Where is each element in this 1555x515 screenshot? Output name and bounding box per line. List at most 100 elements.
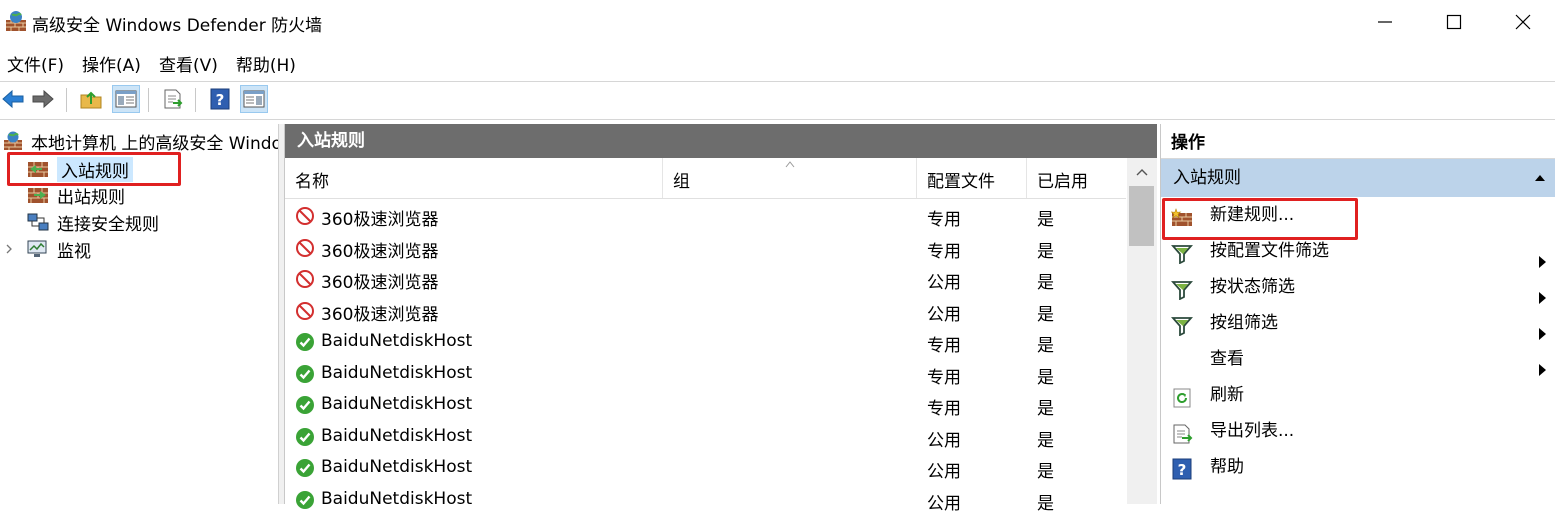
submenu-arrow-icon: [1538, 245, 1546, 257]
action-filter-by-group[interactable]: 按组筛选: [1161, 305, 1555, 341]
rule-enabled-cell: 是: [1037, 205, 1054, 230]
action-export-list[interactable]: 导出列表...: [1161, 413, 1555, 449]
show-hide-tree-icon: [115, 89, 137, 109]
action-help[interactable]: ? 帮助: [1161, 449, 1555, 485]
help-icon: ?: [209, 88, 231, 110]
table-row[interactable]: BaiduNetdiskHost公用是: [285, 484, 1126, 515]
table-row[interactable]: 360极速浏览器 专用 是: [285, 232, 1126, 264]
action-label: 按状态筛选: [1210, 269, 1295, 305]
help-button[interactable]: ?: [207, 86, 233, 112]
rule-profile-cell: 专用: [927, 394, 961, 419]
rule-profile-cell: 专用: [927, 331, 961, 356]
title-bar: 高级安全 Windows Defender 防火墙: [0, 0, 1555, 44]
tree-item-connection-security-rules[interactable]: 连接安全规则: [27, 209, 159, 235]
action-label: 刷新: [1210, 377, 1244, 413]
forward-button[interactable]: [30, 86, 56, 112]
up-folder-button[interactable]: [78, 86, 104, 112]
action-label: 按配置文件筛选: [1210, 233, 1329, 269]
action-label: 查看: [1210, 341, 1244, 377]
rules-pane-header: 入站规则: [285, 124, 1157, 158]
rule-profile-cell: 公用: [927, 426, 961, 451]
scrollbar-thumb[interactable]: [1129, 186, 1154, 246]
menu-action[interactable]: 操作(A): [75, 46, 152, 80]
rule-profile-cell: 公用: [927, 457, 961, 482]
actions-section-label: 入站规则: [1173, 168, 1241, 188]
rule-enabled-cell: 是: [1037, 426, 1054, 451]
menu-file[interactable]: 文件(F): [0, 46, 75, 80]
tree-item-monitoring[interactable]: 监视: [4, 236, 91, 262]
filter-icon: [1171, 241, 1193, 261]
menu-view[interactable]: 查看(V): [152, 46, 229, 80]
column-header-enabled[interactable]: 已启用: [1027, 158, 1126, 198]
action-refresh[interactable]: 刷新: [1161, 377, 1555, 413]
export-list-button[interactable]: [160, 86, 186, 112]
rule-enabled-cell: 是: [1037, 394, 1054, 419]
table-row[interactable]: BaiduNetdiskHost 专用 是: [285, 358, 1126, 390]
export-list-icon: [162, 88, 184, 110]
actions-section-inbound-rules[interactable]: 入站规则: [1161, 159, 1555, 197]
rule-profile-cell: 专用: [927, 237, 961, 262]
table-row[interactable]: BaiduNetdiskHost专用是: [285, 389, 1126, 421]
action-label: 帮助: [1210, 449, 1244, 485]
show-hide-action-pane-button[interactable]: [241, 86, 267, 112]
show-hide-tree-button[interactable]: [113, 86, 139, 112]
action-filter-by-state[interactable]: 按状态筛选: [1161, 269, 1555, 305]
tree-item-label: 监视: [57, 237, 91, 262]
up-folder-icon: [79, 88, 103, 110]
tree-root[interactable]: 本地计算机 上的高级安全 Windows Defender 防火墙: [3, 128, 279, 154]
rule-enabled-cell: 是: [1037, 331, 1054, 356]
rule-enabled-cell: 是: [1037, 268, 1054, 293]
table-row[interactable]: 360极速浏览器 专用 是: [285, 200, 1126, 232]
actions-pane-header: 操作: [1161, 124, 1555, 159]
rules-list: 360极速浏览器专用是360极速浏览器专用是360极速浏览器公用是360极速浏览…: [285, 200, 1126, 515]
maximize-button[interactable]: [1419, 0, 1489, 44]
tree-item-label: 入站规则: [57, 157, 133, 182]
rule-profile-cell: 专用: [927, 205, 961, 230]
block-rule-icon: [295, 269, 315, 289]
expand-chevron-icon[interactable]: [4, 243, 14, 255]
action-view[interactable]: 查看: [1161, 341, 1555, 377]
export-list-icon: [1171, 421, 1193, 441]
submenu-arrow-icon: [1538, 317, 1546, 329]
table-row[interactable]: BaiduNetdiskHost公用是: [285, 421, 1126, 453]
table-row[interactable]: 360极速浏览器公用是: [285, 263, 1126, 295]
back-button[interactable]: [0, 86, 26, 112]
rule-name-cell: BaiduNetdiskHost: [321, 363, 472, 383]
rule-name-cell: BaiduNetdiskHost: [321, 489, 472, 509]
svg-text:?: ?: [1178, 461, 1187, 479]
navigation-tree: 本地计算机 上的高级安全 Windows Defender 防火墙 入站规则 出…: [0, 124, 279, 504]
allow-rule-icon: [295, 364, 315, 384]
action-filter-by-profile[interactable]: 按配置文件筛选: [1161, 233, 1555, 269]
tree-item-outbound-rules[interactable]: 出站规则: [27, 182, 125, 208]
rule-name-cell: 360极速浏览器: [321, 205, 438, 230]
filter-icon: [1171, 313, 1193, 333]
vertical-scrollbar[interactable]: [1127, 158, 1157, 504]
window-title: 高级安全 Windows Defender 防火墙: [32, 11, 322, 36]
rule-profile-cell: 公用: [927, 489, 961, 514]
rule-profile-cell: 专用: [927, 363, 961, 388]
column-header-profile[interactable]: 配置文件: [917, 158, 1027, 198]
collapse-up-icon[interactable]: [1534, 174, 1546, 182]
table-row[interactable]: BaiduNetdiskHost专用是: [285, 326, 1126, 358]
scroll-up-icon[interactable]: [1136, 168, 1148, 176]
rule-name-cell: BaiduNetdiskHost: [321, 457, 472, 477]
toolbar: ?: [0, 81, 1555, 120]
help-icon: ?: [1171, 457, 1193, 477]
action-new-rule[interactable]: 新建规则...: [1161, 197, 1555, 233]
tree-item-inbound-rules[interactable]: 入站规则: [27, 156, 133, 182]
allow-rule-icon: [295, 332, 315, 352]
back-icon: [1, 89, 25, 109]
table-row[interactable]: 360极速浏览器公用是: [285, 295, 1126, 327]
action-label: 导出列表...: [1210, 413, 1294, 449]
rule-profile-cell: 公用: [927, 300, 961, 325]
close-button[interactable]: [1488, 0, 1555, 44]
column-header-group[interactable]: 组: [663, 158, 917, 198]
minimize-button[interactable]: [1350, 0, 1420, 44]
rule-enabled-cell: 是: [1037, 363, 1054, 388]
filter-icon: [1171, 277, 1193, 297]
rule-name-cell: 360极速浏览器: [321, 237, 438, 262]
rule-enabled-cell: 是: [1037, 237, 1054, 262]
table-row[interactable]: BaiduNetdiskHost公用是: [285, 452, 1126, 484]
column-header-name[interactable]: 名称: [285, 158, 663, 198]
menu-help[interactable]: 帮助(H): [229, 46, 307, 80]
